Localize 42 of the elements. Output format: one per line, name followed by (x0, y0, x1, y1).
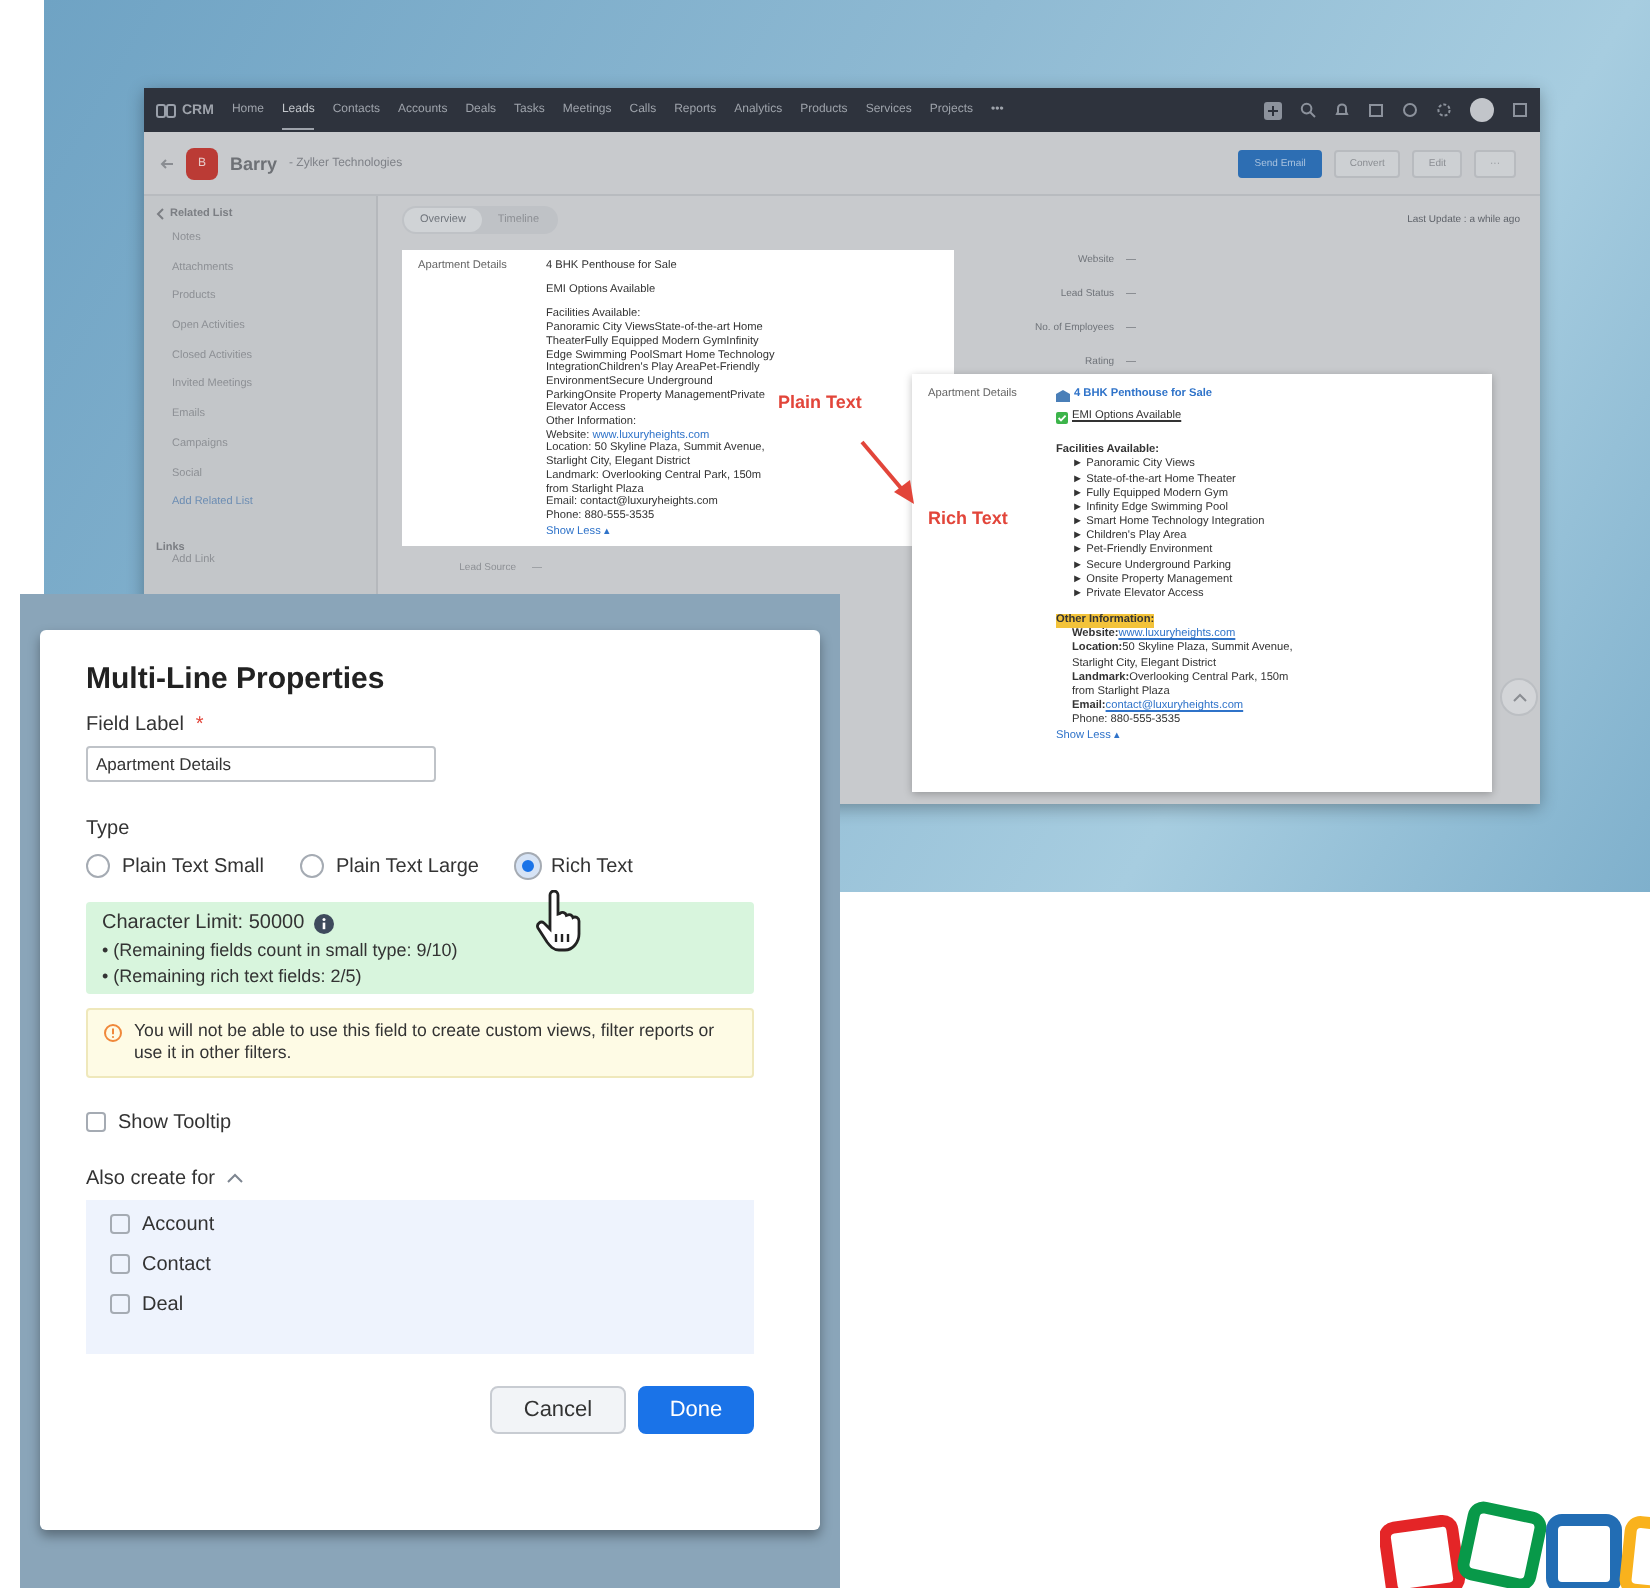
checkbox[interactable] (86, 1112, 106, 1133)
note-text: • (Remaining rich text fields: 2/5) (102, 966, 364, 986)
dialog-button[interactable]: Cancel (490, 1385, 626, 1434)
bell-icon[interactable] (1334, 102, 1350, 118)
radio-label[interactable]: Plain Text Small (122, 855, 264, 877)
info-icon[interactable] (314, 913, 335, 933)
check-icon (1056, 411, 1068, 424)
logo-icon (156, 103, 176, 117)
building-icon (1056, 389, 1070, 402)
chevron-icon[interactable] (226, 1172, 245, 1185)
character-limit-text: Character Limit: 50000 (102, 912, 305, 934)
radio-button[interactable] (86, 854, 110, 878)
dialog-title: Multi-Line Properties (86, 662, 387, 696)
checkbox[interactable] (110, 1254, 130, 1275)
field-label: Field Label (86, 714, 184, 736)
checkbox-label[interactable]: Deal (142, 1293, 184, 1316)
warning-text: You will not be able to use this field to create custom views, filter reports or use it in other filters. (134, 1020, 717, 1066)
checkbox-label[interactable]: Contact (142, 1253, 211, 1276)
arrow (858, 438, 918, 506)
section-label: Also create for (86, 1167, 215, 1190)
hand-cursor-icon (534, 890, 586, 954)
plain-text-label: Plain Text (778, 392, 862, 412)
note-text: • (Remaining fields count in small type: 9/10) (102, 940, 460, 960)
record-name: Barry (230, 153, 278, 173)
radio-label[interactable]: Rich Text (551, 855, 633, 877)
checkbox[interactable] (110, 1294, 130, 1315)
user-avatar[interactable] (1470, 98, 1494, 122)
type-label: Type (86, 818, 132, 840)
chevron-up-icon (1511, 692, 1527, 702)
rich-text-label: Rich Text (928, 508, 1008, 528)
required-mark: * (195, 714, 204, 736)
checkbox[interactable] (110, 1214, 130, 1235)
search-icon[interactable] (1300, 102, 1316, 118)
dialog-button[interactable]: Done (638, 1385, 754, 1434)
chevron-left-icon[interactable] (156, 208, 164, 220)
add-icon[interactable] (1264, 101, 1282, 119)
radio-label[interactable]: Plain Text Large (335, 855, 479, 877)
radio-button[interactable] (299, 854, 324, 878)
warning-icon (104, 1024, 122, 1042)
checkbox-label[interactable]: Show Tooltip (118, 1111, 232, 1134)
field-label-input[interactable]: Apartment Details (86, 746, 436, 782)
checkbox-label[interactable]: Account (142, 1213, 215, 1236)
